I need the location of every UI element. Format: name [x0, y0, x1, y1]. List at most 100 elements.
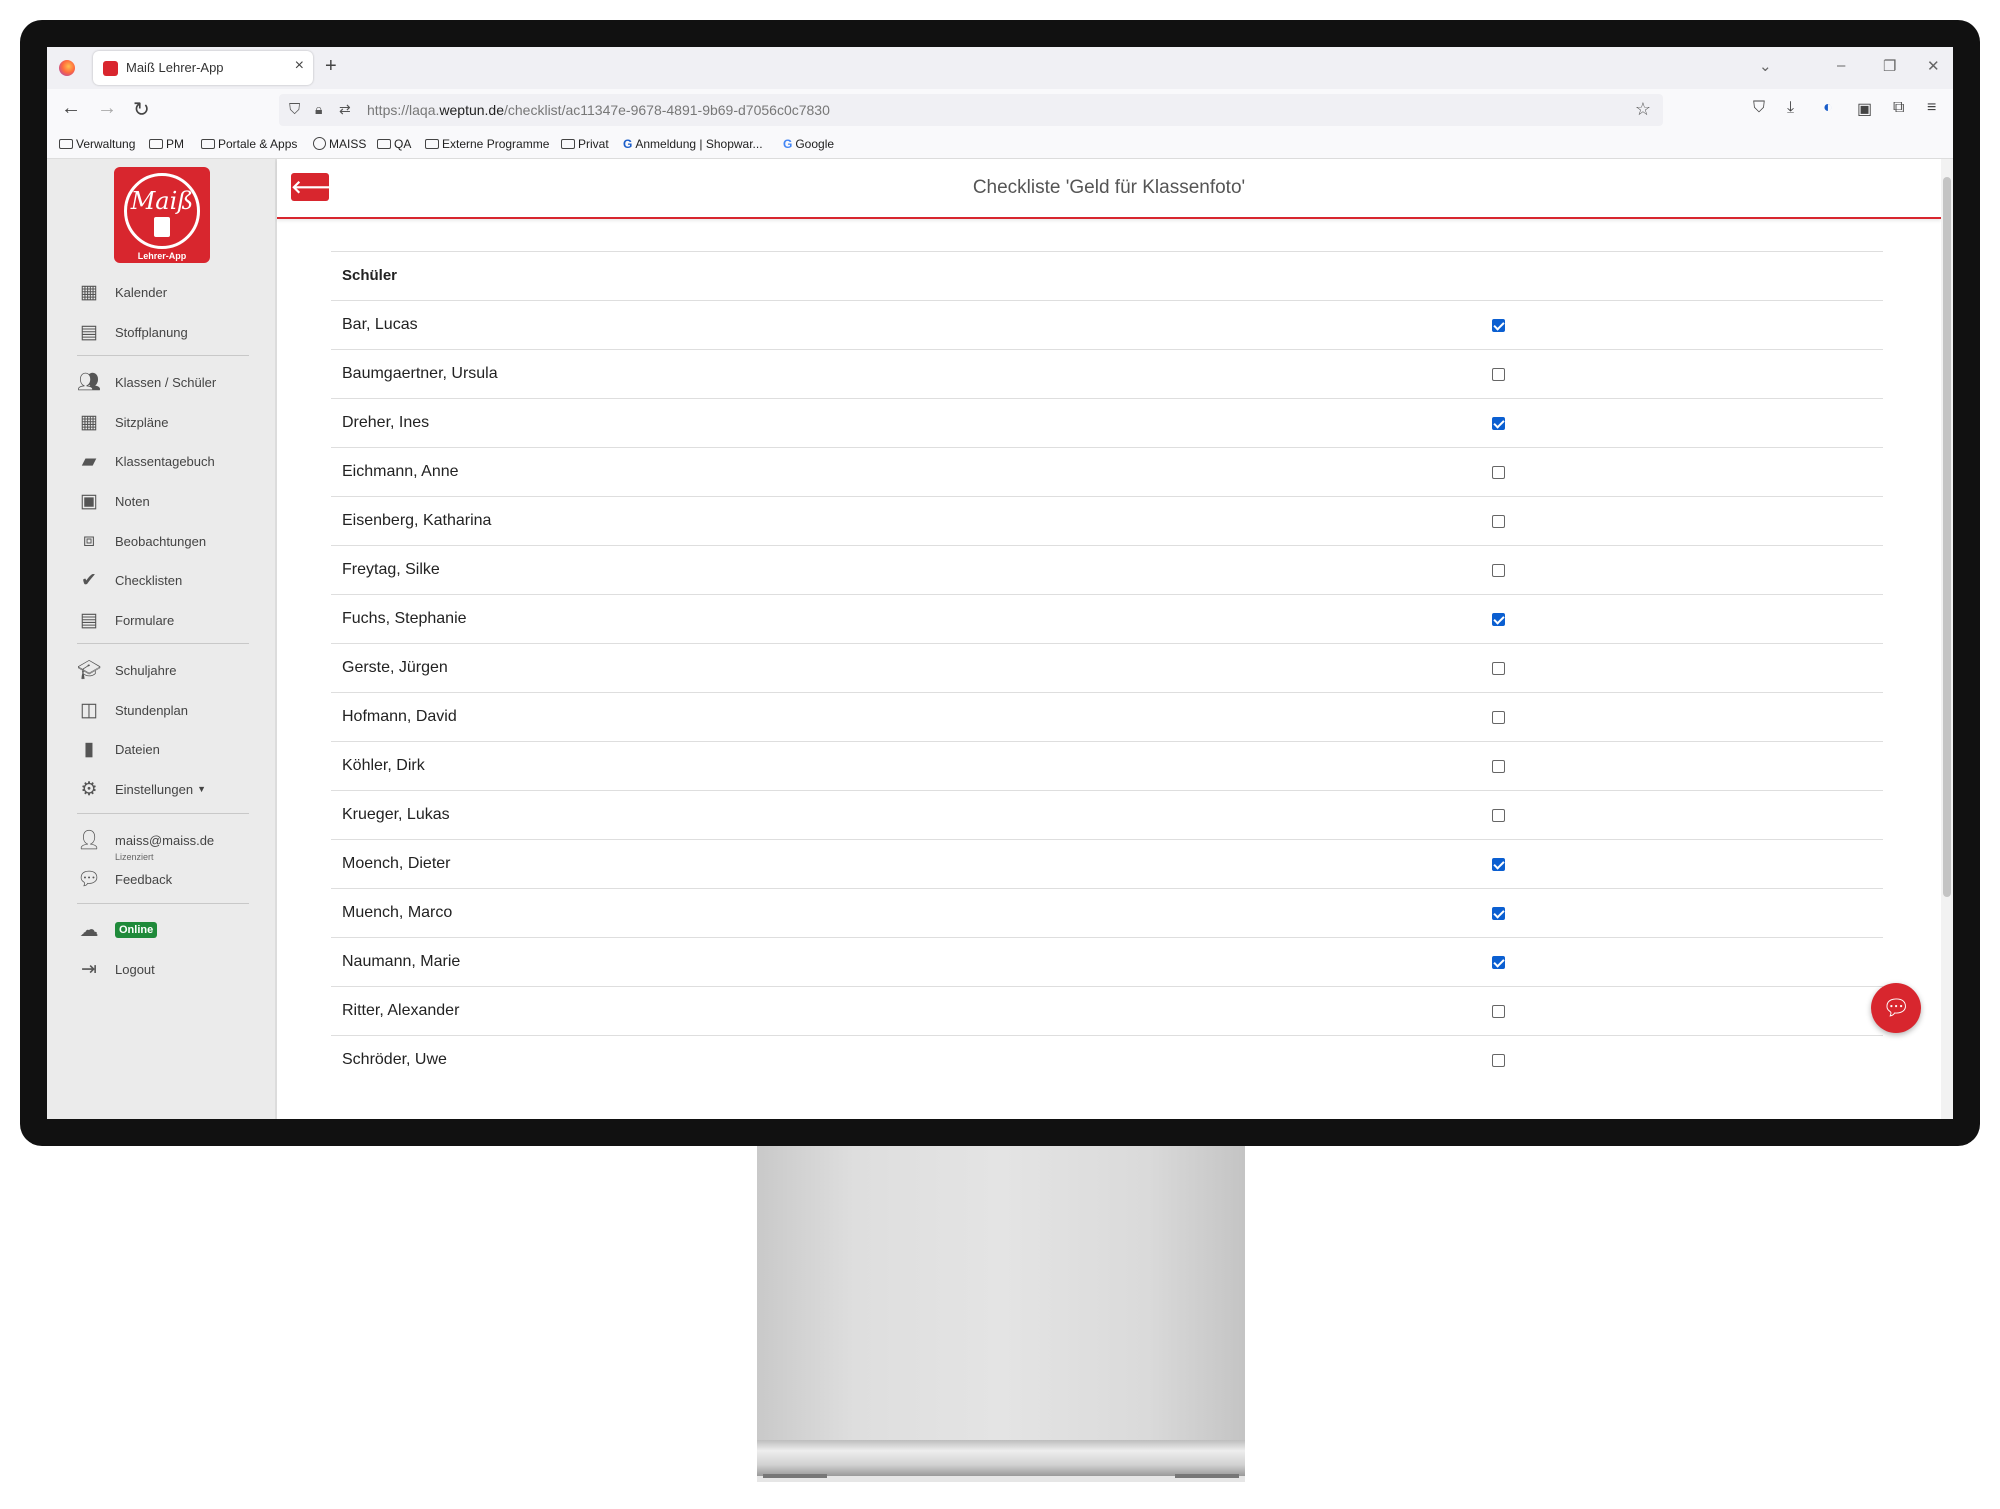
- sidebar-item-sitzplaene[interactable]: ▦ Sitzpläne: [77, 408, 168, 436]
- paid-checkbox[interactable]: [1492, 1005, 1505, 1018]
- paid-checkbox[interactable]: [1492, 760, 1505, 773]
- student-name: Krueger, Lukas: [342, 806, 450, 823]
- scrollbar[interactable]: [1941, 159, 1953, 1119]
- sidebar-item-dateien[interactable]: ▮ Dateien: [77, 735, 160, 763]
- sidebar-item-klassen[interactable]: 👥︎ Klassen / Schüler: [77, 368, 216, 396]
- check-circle-icon: ✔: [81, 569, 97, 591]
- sidebar-item-stundenplan[interactable]: ◫ Stundenplan: [77, 696, 188, 724]
- table-header-row: Schüler: [331, 251, 1883, 300]
- sidebar-item-noten[interactable]: ▣ Noten: [77, 487, 150, 515]
- paid-checkbox[interactable]: [1492, 711, 1505, 724]
- reload-icon[interactable]: ↻: [133, 97, 150, 122]
- bookmark-link[interactable]: MAISS: [313, 137, 366, 151]
- shopware-icon: G: [623, 137, 633, 151]
- sidebar-item-feedback[interactable]: 💬︎ Feedback: [77, 865, 172, 893]
- google-icon: G: [783, 137, 793, 151]
- extension-icon[interactable]: ◐: [1823, 99, 1833, 117]
- grades-icon: ▣: [80, 490, 98, 512]
- selenium-icon[interactable]: ▣: [1857, 99, 1872, 119]
- paid-checkbox[interactable]: [1492, 613, 1505, 626]
- url-bar[interactable]: ⛉ 🔒︎ ⇄ https://laqa.weptun.de/checklist/…: [279, 94, 1663, 126]
- menu-icon[interactable]: ≡: [1927, 99, 1936, 117]
- bookmark-folder[interactable]: Portale & Apps: [201, 137, 297, 151]
- table-row: Köhler, Dirk: [331, 741, 1883, 790]
- firefox-icon[interactable]: [59, 60, 75, 76]
- table-row: Eisenberg, Katharina: [331, 496, 1883, 545]
- sidebar-item-checklisten[interactable]: ✔ Checklisten: [77, 566, 182, 594]
- table-row: Hofmann, David: [331, 692, 1883, 741]
- sidebar-item-stoffplanung[interactable]: ▤ Stoffplanung: [77, 318, 188, 346]
- paid-checkbox[interactable]: [1492, 319, 1505, 332]
- student-name: Fuchs, Stephanie: [342, 610, 467, 627]
- paid-checkbox[interactable]: [1492, 662, 1505, 675]
- folder-icon: [149, 139, 163, 149]
- download-icon[interactable]: ⤓: [1787, 99, 1794, 117]
- sidebar-item-online-status: ☁ Online: [77, 916, 158, 944]
- sidebar-item-account[interactable]: 👤︎ maiss@maiss.de: [77, 826, 214, 854]
- bookmark-link[interactable]: G Google: [783, 137, 834, 151]
- new-tab-icon[interactable]: +: [325, 55, 337, 78]
- sidebar: Maiß Lehrer-App ▦ Kalender ▤ Stoffplanung …: [47, 159, 277, 1119]
- browser-tab[interactable]: Maiß Lehrer-App ×: [93, 51, 313, 85]
- paid-checkbox[interactable]: [1492, 417, 1505, 430]
- user-icon: 👤︎: [77, 830, 102, 851]
- sidebar-item-einstellungen[interactable]: ⚙ Einstellungen ▼: [77, 775, 206, 803]
- sidebar-item-schuljahre[interactable]: 🎓︎ Schuljahre: [77, 656, 176, 684]
- paid-checkbox[interactable]: [1492, 466, 1505, 479]
- bookmark-folder[interactable]: PM: [149, 137, 184, 151]
- bookmark-folder[interactable]: Verwaltung: [59, 137, 135, 151]
- bookmark-folder[interactable]: Privat: [561, 137, 609, 151]
- sidebar-divider: [77, 355, 249, 356]
- pocket-icon[interactable]: ⛉: [1753, 99, 1765, 117]
- app-logo[interactable]: Maiß Lehrer-App: [114, 167, 210, 263]
- student-name: Baumgaertner, Ursula: [342, 365, 498, 382]
- shield-icon[interactable]: ⛉: [289, 101, 300, 118]
- sidebar-item-beobachtungen[interactable]: ⧈ Beobachtungen: [77, 527, 206, 555]
- gear-icon: ⚙: [80, 778, 98, 800]
- bookmark-folder[interactable]: Externe Programme: [425, 137, 549, 151]
- permissions-icon[interactable]: ⇄: [339, 101, 351, 118]
- paid-checkbox[interactable]: [1492, 956, 1505, 969]
- bookmark-folder[interactable]: QA: [377, 137, 411, 151]
- student-name: Moench, Dieter: [342, 855, 451, 872]
- logo-text: Maiß: [130, 187, 194, 215]
- extensions-puzzle-icon[interactable]: ⧉: [1893, 99, 1904, 117]
- scrollbar-thumb[interactable]: [1943, 177, 1951, 897]
- bookmark-star-icon[interactable]: ☆: [1635, 99, 1651, 120]
- restore-icon[interactable]: ❐: [1883, 57, 1896, 75]
- folder-icon: [201, 139, 215, 149]
- sidebar-divider: [77, 813, 249, 814]
- paid-checkbox[interactable]: [1492, 1054, 1505, 1067]
- paid-checkbox[interactable]: [1492, 858, 1505, 871]
- sidebar-item-logout[interactable]: ⇥ Logout: [77, 955, 155, 983]
- columns-icon: ◫: [80, 699, 98, 721]
- paid-checkbox[interactable]: [1492, 368, 1505, 381]
- forward-arrow-icon[interactable]: →: [97, 97, 117, 120]
- paid-checkbox[interactable]: [1492, 564, 1505, 577]
- browser-tab-bar: Maiß Lehrer-App × + ⌄ – ❐ ✕: [47, 47, 1953, 89]
- table-row: Eichmann, Anne: [331, 447, 1883, 496]
- paid-checkbox[interactable]: [1492, 515, 1505, 528]
- paid-checkbox[interactable]: [1492, 907, 1505, 920]
- close-window-icon[interactable]: ✕: [1927, 57, 1940, 75]
- lock-icon[interactable]: 🔒︎: [315, 101, 322, 118]
- back-arrow-icon[interactable]: ←: [61, 97, 81, 120]
- stand-foot: [763, 1474, 827, 1478]
- grid-icon: ▦: [80, 411, 98, 433]
- tab-favicon-icon: [103, 61, 118, 76]
- student-name: Hofmann, David: [342, 708, 457, 725]
- sidebar-item-klassentagebuch[interactable]: ▰ Klassentagebuch: [77, 447, 215, 475]
- tab-close-icon[interactable]: ×: [295, 57, 304, 75]
- sidebar-item-formulare[interactable]: ▤ Formulare: [77, 606, 174, 634]
- chat-button[interactable]: 💬︎: [1871, 983, 1921, 1033]
- student-name: Dreher, Ines: [342, 414, 430, 431]
- sidebar-item-kalender[interactable]: ▦ Kalender: [77, 278, 167, 306]
- url-text[interactable]: https://laqa.weptun.de/checklist/ac11347…: [367, 102, 830, 118]
- tab-list-chevron-icon[interactable]: ⌄: [1759, 57, 1772, 75]
- bookmark-link[interactable]: G Anmeldung | Shopwar...: [623, 137, 763, 151]
- minimize-icon[interactable]: –: [1837, 57, 1845, 74]
- column-header-schueler: Schüler: [342, 267, 398, 284]
- monitor-stand-shadow: [757, 1476, 1245, 1482]
- paid-checkbox[interactable]: [1492, 809, 1505, 822]
- table-row: Naumann, Marie: [331, 937, 1883, 986]
